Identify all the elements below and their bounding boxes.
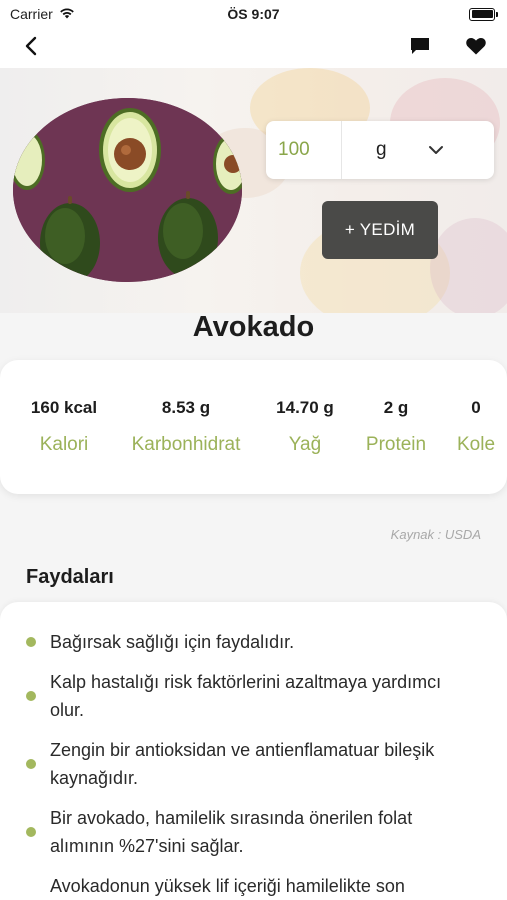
nutrition-label: Kole [456, 434, 496, 455]
status-bar: Carrier ÖS 9:07 [0, 0, 507, 28]
source-label: Kaynak : USDA [390, 527, 481, 542]
unit-value: g [376, 139, 387, 160]
amount-input[interactable] [266, 121, 342, 179]
carrier-label: Carrier [10, 6, 53, 22]
comment-button[interactable] [407, 35, 433, 61]
benefit-text: Avokadonun yüksek lif içeriği hamilelikt… [50, 876, 405, 896]
nutrition-label: Karbonhidrat [131, 434, 241, 455]
bullet-dot [26, 827, 36, 837]
battery-icon [469, 7, 498, 21]
ate-button[interactable]: + YEDİM [322, 201, 438, 259]
benefit-item: Bağırsak sağlığı için faydalıdır. [26, 628, 477, 656]
nutrition-value: 160 kcal [30, 398, 98, 417]
nutrition-item-calories: 160 kcal Kalori [22, 398, 106, 456]
nutrition-label: Kalori [39, 434, 89, 455]
status-left: Carrier [10, 6, 75, 22]
benefit-text: Zengin bir antioksidan ve antienflamatua… [50, 740, 435, 788]
nutrition-item-carbs: 8.53 g Karbonhidrat [126, 398, 246, 456]
nutrition-label: Protein [365, 434, 427, 455]
benefit-item: Zengin bir antioksidan ve antienflamatua… [26, 736, 477, 792]
portion-selector: g [266, 121, 494, 179]
nutrition-value: 14.70 g [276, 398, 334, 417]
nav-bar [0, 28, 507, 68]
benefit-text: Bağırsak sağlığı için faydalıdır. [50, 632, 295, 652]
chevron-left-icon [24, 36, 38, 61]
nav-actions [407, 35, 489, 61]
benefits-title: Faydaları [26, 566, 114, 588]
status-time: ÖS 9:07 [227, 6, 280, 22]
benefit-text: Bir avokado, hamilelik sırasında önerile… [50, 808, 413, 856]
benefit-item: Bir avokado, hamilelik sırasında önerile… [26, 804, 477, 860]
bullet-dot [26, 637, 36, 647]
favorite-button[interactable] [463, 35, 489, 61]
benefit-item: Avokadonun yüksek lif içeriği hamilelikt… [26, 872, 477, 900]
comment-icon [409, 36, 431, 61]
benefit-item: Kalp hastalığı risk faktörlerini azaltma… [26, 668, 477, 724]
nutrition-item-protein: 2 g Protein [362, 398, 430, 456]
nutrition-item-fat: 14.70 g Yağ [268, 398, 342, 456]
nutrition-value: 8.53 g [161, 398, 211, 417]
food-title: Avokado [192, 311, 315, 343]
back-button[interactable] [18, 35, 44, 61]
avocado-illustration [13, 98, 242, 282]
nutrition-item-cholesterol: 0 Kole [452, 398, 500, 456]
bullet-dot [26, 759, 36, 769]
chevron-down-icon [428, 139, 444, 161]
food-image [13, 98, 242, 282]
wifi-icon [59, 6, 75, 22]
bullet-dot [26, 691, 36, 701]
nutrition-card: 160 kcal Kalori 8.53 g Karbonhidrat 14.7… [0, 360, 507, 494]
nutrition-label: Yağ [288, 434, 322, 455]
benefit-text: Kalp hastalığı risk faktörlerini azaltma… [50, 672, 442, 720]
heart-icon [465, 36, 487, 61]
unit-dropdown[interactable]: g [342, 121, 494, 179]
benefits-card: Bağırsak sağlığı için faydalıdır. Kalp h… [0, 602, 507, 900]
nutrition-value: 0 [471, 398, 481, 417]
nutrition-value: 2 g [383, 398, 409, 417]
